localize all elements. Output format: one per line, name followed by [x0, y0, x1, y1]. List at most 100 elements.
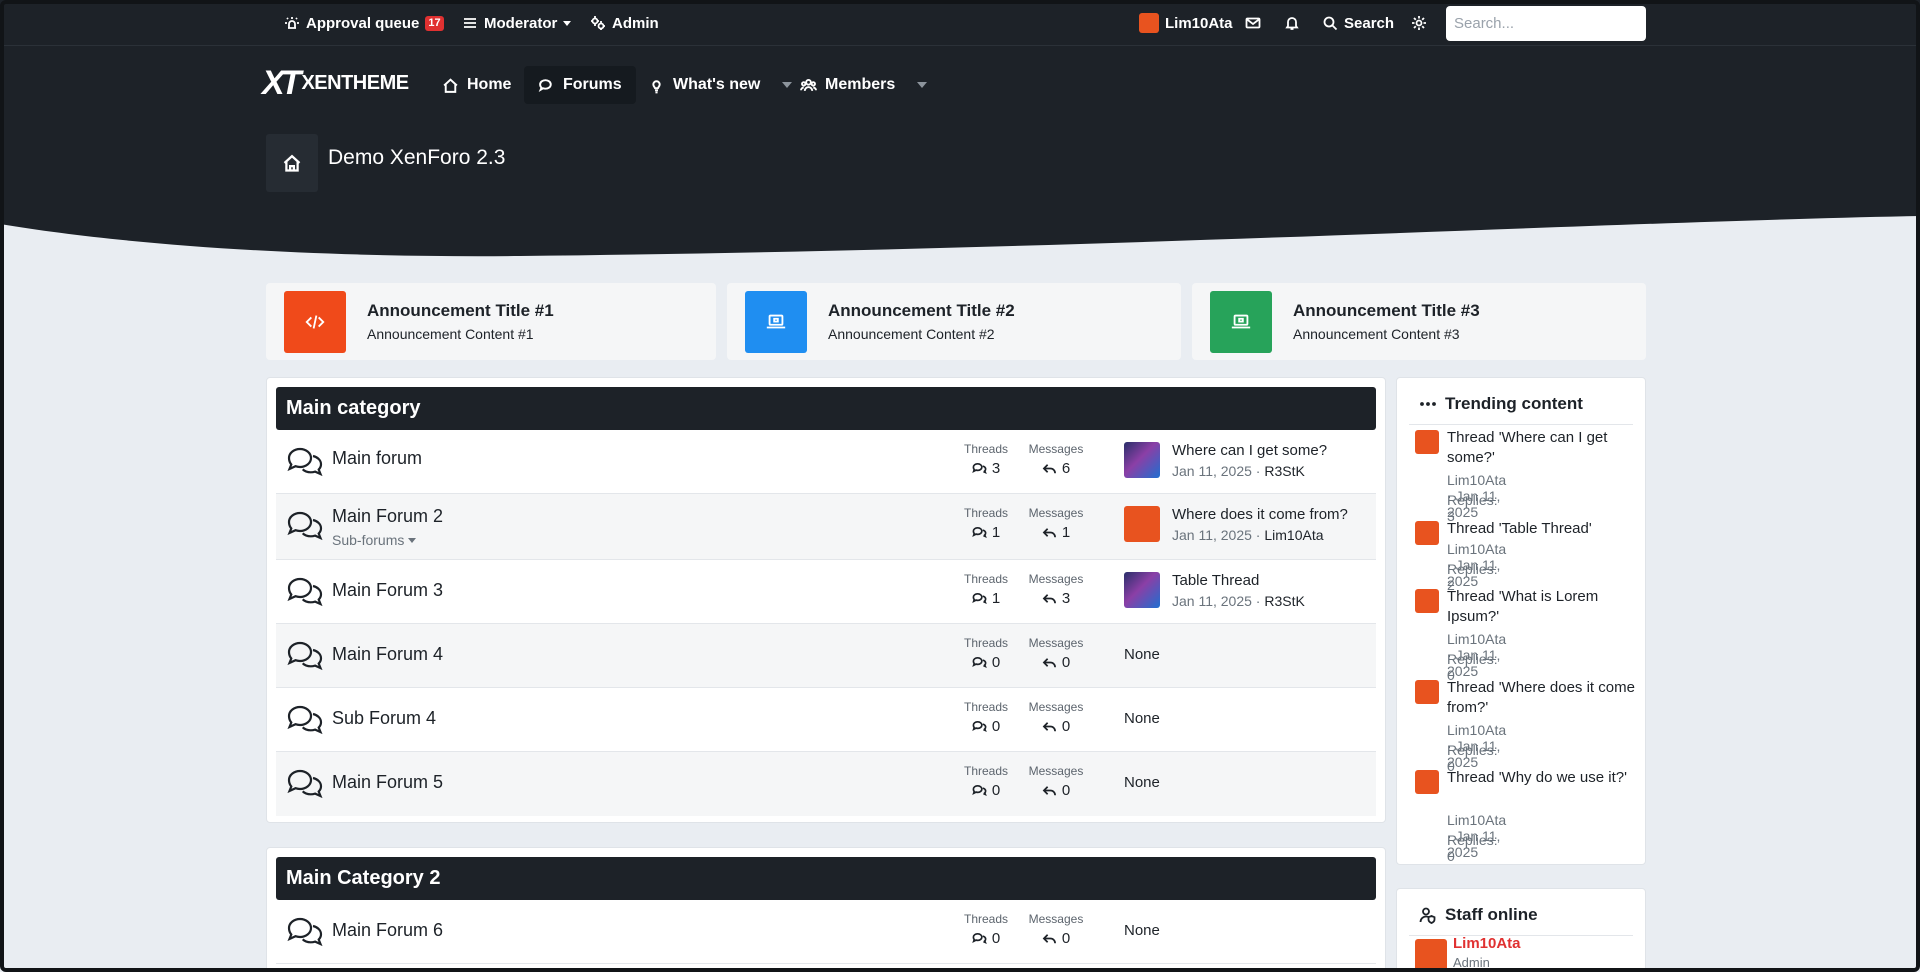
staff-online-widget: Staff online Lim10Ata Admin — [1396, 888, 1646, 972]
forum-icon — [286, 640, 323, 672]
messages-stat: Messages 0 — [1026, 764, 1086, 799]
page-title: Demo XenForo 2.3 — [328, 146, 506, 169]
staff-member-name[interactable]: Lim10Ata — [1453, 935, 1521, 952]
last-post-avatar[interactable] — [1124, 506, 1160, 542]
threads-stat: Threads 0 — [956, 912, 1016, 947]
messages-label: Messages — [1028, 700, 1084, 714]
last-post-title[interactable]: Where does it come from? — [1172, 506, 1348, 523]
last-post-title[interactable]: Where can I get some? — [1172, 442, 1327, 459]
alerts-button[interactable] — [1284, 0, 1300, 46]
last-post-avatar[interactable] — [1124, 442, 1160, 478]
last-post-user[interactable]: Lim10Ata — [1264, 527, 1323, 543]
trending-user[interactable]: Lim10Ata — [1447, 541, 1506, 557]
forum-name[interactable]: Sub Forum 4 — [332, 708, 436, 729]
user-name: Lim10Ata — [1165, 14, 1233, 32]
forum-name[interactable]: Main forum — [332, 448, 422, 469]
threads-count: 0 — [991, 782, 1001, 799]
comments-icon — [972, 784, 987, 797]
announcement-card[interactable]: Announcement Title #3 Announcement Conte… — [1192, 283, 1646, 360]
top-bar: Approval queue 17 Moderator Admin Lim10A… — [0, 0, 1920, 46]
trending-avatar[interactable] — [1415, 770, 1439, 794]
search-link[interactable]: Search — [1322, 0, 1394, 46]
gear-icon — [1412, 16, 1426, 30]
trending-item-title[interactable]: Thread 'What is Lorem Ipsum?' — [1447, 587, 1637, 627]
trending-item-title[interactable]: Thread 'Where does it come from?' — [1447, 678, 1637, 718]
announcement-title: Announcement Title #1 — [367, 301, 554, 320]
forum-name[interactable]: Main Forum 3 — [332, 580, 443, 601]
trending-avatar[interactable] — [1415, 430, 1439, 454]
trending-item-title[interactable]: Thread 'Table Thread' — [1447, 519, 1637, 539]
comments-icon — [287, 705, 323, 735]
announcement-icon-box — [745, 290, 807, 353]
forum-name[interactable]: Main Forum 6 — [332, 920, 443, 941]
nav-tab-label: Members — [825, 76, 896, 93]
nav-tab-home[interactable]: Home — [428, 66, 525, 104]
approval-count-badge: 17 — [425, 15, 444, 31]
nav-tab-whats-new[interactable]: What's new — [634, 66, 806, 104]
nav-tab-forums[interactable]: Forums — [524, 66, 636, 104]
announcement-icon-box — [284, 290, 346, 353]
messages-label: Messages — [1028, 506, 1084, 520]
user-account-link[interactable]: Lim10Ata — [1139, 0, 1233, 46]
last-post-avatar[interactable] — [1124, 572, 1160, 608]
trending-avatar[interactable] — [1415, 521, 1439, 545]
breadcrumb-home-button[interactable] — [266, 134, 318, 192]
sub-forums-toggle[interactable]: Sub-forums — [332, 532, 417, 548]
settings-button[interactable] — [1411, 0, 1427, 46]
announcement-card[interactable]: Announcement Title #1 Announcement Conte… — [266, 283, 716, 360]
trending-user[interactable]: Lim10Ata — [1447, 722, 1506, 738]
search-input[interactable] — [1446, 6, 1646, 41]
category-block: Main category Main forum Threads 3 Messag… — [266, 377, 1386, 823]
forum-row: Sub Forum 4 Threads 0 Messages 0 None — [276, 688, 1376, 752]
messages-stat: Messages 6 — [1026, 442, 1086, 477]
forum-name[interactable]: Main Forum 5 — [332, 772, 443, 793]
envelope-icon — [1245, 17, 1261, 29]
trending-item-title[interactable]: Thread 'Where can I get some?' — [1447, 428, 1637, 468]
category-title[interactable]: Main Category 2 — [276, 857, 1376, 900]
staff-avatar[interactable] — [1415, 939, 1447, 971]
announcement-card[interactable]: Announcement Title #2 Announcement Conte… — [727, 283, 1181, 360]
nav-tab-members[interactable]: Members — [786, 66, 941, 104]
conversations-button[interactable] — [1245, 0, 1261, 46]
messages-label: Messages — [1028, 912, 1084, 926]
trending-user[interactable]: Lim10Ata — [1447, 472, 1506, 488]
laptop-icon — [1231, 314, 1251, 328]
trending-user[interactable]: Lim10Ata — [1447, 631, 1506, 647]
category-title[interactable]: Main category — [276, 387, 1376, 430]
threads-label: Threads — [963, 700, 1009, 714]
trending-avatar[interactable] — [1415, 680, 1439, 704]
forum-icon — [286, 510, 323, 542]
forum-name[interactable]: Main Forum 2 — [332, 506, 443, 527]
moderator-menu[interactable]: Moderator — [462, 0, 572, 46]
admin-link[interactable]: Admin — [590, 0, 659, 46]
reply-icon — [1042, 658, 1056, 668]
users-icon — [800, 78, 817, 91]
threads-label: Threads — [963, 442, 1009, 456]
nav-tab-label: Home — [467, 76, 512, 93]
trending-heading: Trending content — [1397, 378, 1645, 414]
threads-count: 0 — [991, 654, 1001, 671]
search-label: Search — [1344, 14, 1395, 32]
lightbulb-icon — [652, 79, 661, 93]
trending-item-title[interactable]: Thread 'Why do we use it?' — [1447, 768, 1637, 788]
last-post-user[interactable]: R3StK — [1264, 593, 1304, 609]
chevron-down-icon[interactable] — [917, 82, 928, 88]
trending-avatar[interactable] — [1415, 589, 1439, 613]
trending-user[interactable]: Lim10Ata — [1447, 812, 1506, 828]
site-logo[interactable]: XT XENTHEME — [262, 66, 409, 100]
messages-stat: Messages 0 — [1026, 700, 1086, 735]
comments-icon — [972, 592, 987, 605]
forum-name[interactable]: Main Forum 4 — [332, 644, 443, 665]
last-post-user[interactable]: R3StK — [1264, 463, 1304, 479]
forum-row: Main Forum 4 Threads 0 Messages 0 None — [276, 624, 1376, 688]
last-post-title[interactable]: Table Thread — [1172, 572, 1259, 589]
last-post-date[interactable]: Jan 11, 2025 — [1172, 527, 1252, 543]
threads-stat: Threads 0 — [956, 636, 1016, 671]
last-post-date[interactable]: Jan 11, 2025 — [1172, 463, 1252, 479]
last-post-date[interactable]: Jan 11, 2025 — [1172, 593, 1252, 609]
home-icon — [443, 77, 458, 93]
approval-queue-link[interactable]: Approval queue 17 — [284, 0, 444, 46]
comments-icon — [972, 526, 987, 539]
staff-heading: Staff online — [1397, 889, 1645, 925]
forum-row: Main forum Threads 3 Messages 6 Where can … — [276, 430, 1376, 494]
